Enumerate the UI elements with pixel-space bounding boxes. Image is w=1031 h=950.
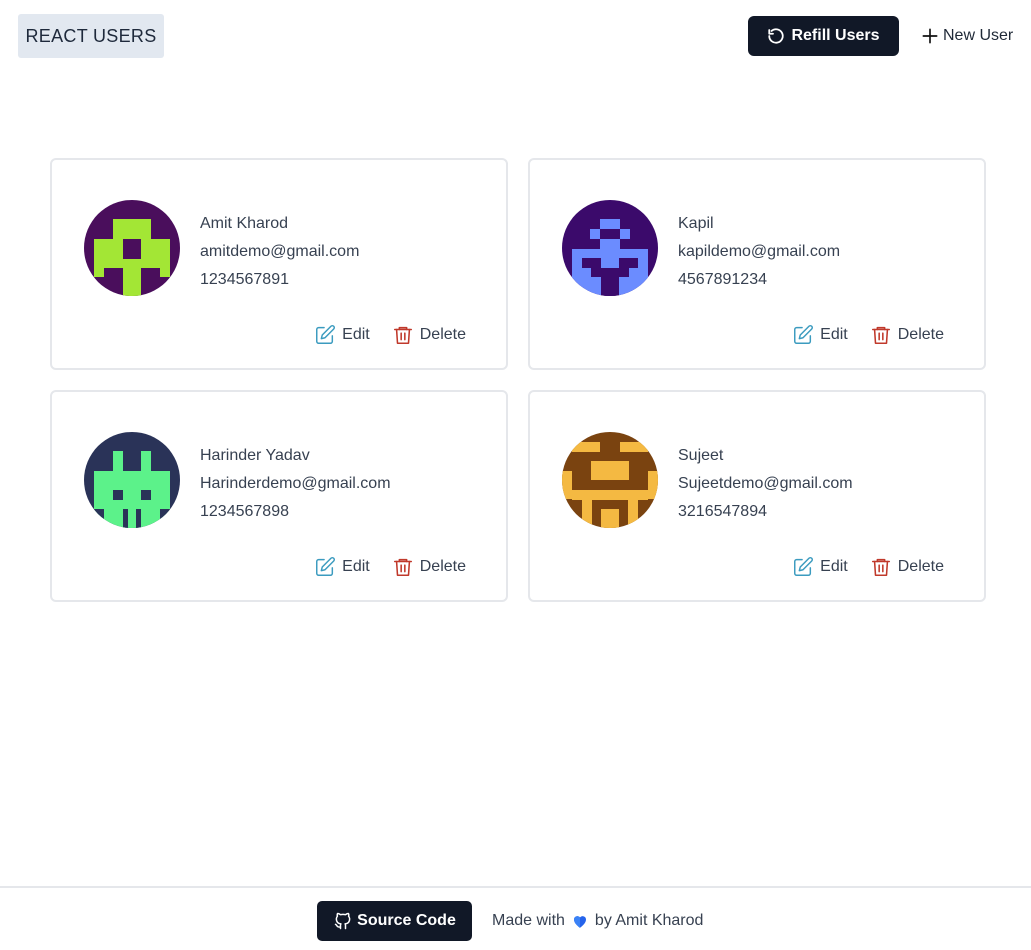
user-email: amitdemo@gmail.com [200, 243, 360, 260]
user-name: Sujeet [678, 447, 724, 464]
edit-button[interactable]: Edit [792, 556, 848, 578]
source-code-label: Source Code [357, 912, 456, 929]
user-email: kapildemo@gmail.com [678, 243, 841, 260]
made-with-credit: Made with by Amit Kharod [492, 912, 703, 930]
edit-icon [794, 557, 814, 576]
brand-logo[interactable]: REACT USERS [18, 14, 164, 58]
delete-button[interactable]: Delete [870, 324, 944, 346]
avatar [562, 432, 658, 528]
footer: Source Code Made with by Amit Kharod [0, 886, 1031, 950]
delete-label: Delete [419, 558, 466, 575]
user-phone: 1234567891 [200, 271, 289, 288]
heart-icon [573, 916, 586, 928]
github-icon [334, 912, 351, 930]
trash-icon [393, 558, 412, 577]
refresh-icon [768, 28, 785, 44]
plus-icon [922, 28, 938, 44]
user-phone: 1234567898 [200, 503, 289, 520]
edit-label: Edit [342, 558, 370, 575]
delete-label: Delete [419, 326, 466, 343]
user-card: Kapil kapildemo@gmail.com 4567891234 Edi… [528, 158, 986, 370]
avatar [562, 200, 658, 296]
trash-icon [393, 326, 412, 345]
edit-icon [316, 325, 336, 344]
avatar [84, 200, 180, 296]
new-user-label: New User [943, 27, 1014, 44]
user-name: Kapil [678, 215, 714, 232]
delete-button[interactable]: Delete [870, 556, 944, 578]
trash-icon [871, 326, 890, 345]
edit-icon [794, 325, 814, 344]
edit-button[interactable]: Edit [314, 556, 370, 578]
user-card: Harinder Yadav Harinderdemo@gmail.com 12… [50, 390, 508, 602]
delete-button[interactable]: Delete [392, 324, 466, 346]
user-phone: 4567891234 [678, 271, 767, 288]
delete-button[interactable]: Delete [392, 556, 466, 578]
user-name: Amit Kharod [200, 215, 289, 232]
edit-label: Edit [342, 326, 370, 343]
refill-users-button[interactable]: Refill Users [748, 16, 899, 56]
delete-label: Delete [897, 326, 944, 343]
user-phone: 3216547894 [678, 503, 767, 520]
new-user-button[interactable]: New User [920, 24, 1013, 48]
user-card: Amit Kharod amitdemo@gmail.com 123456789… [50, 158, 508, 370]
user-card: Sujeet Sujeetdemo@gmail.com 3216547894 E… [528, 390, 986, 602]
edit-label: Edit [820, 558, 848, 575]
header: REACT USERS Refill Users New User [0, 0, 1031, 72]
edit-icon [316, 557, 336, 576]
trash-icon [871, 558, 890, 577]
user-email: Harinderdemo@gmail.com [200, 475, 391, 492]
author-text: by Amit Kharod [594, 912, 704, 929]
edit-label: Edit [820, 326, 848, 343]
avatar [84, 432, 180, 528]
edit-button[interactable]: Edit [314, 324, 370, 346]
source-code-button[interactable]: Source Code [317, 901, 472, 941]
edit-button[interactable]: Edit [792, 324, 848, 346]
delete-label: Delete [897, 558, 944, 575]
user-email: Sujeetdemo@gmail.com [678, 475, 853, 492]
made-with-text: Made with [492, 912, 565, 929]
refill-users-label: Refill Users [791, 27, 880, 44]
user-name: Harinder Yadav [200, 447, 310, 464]
